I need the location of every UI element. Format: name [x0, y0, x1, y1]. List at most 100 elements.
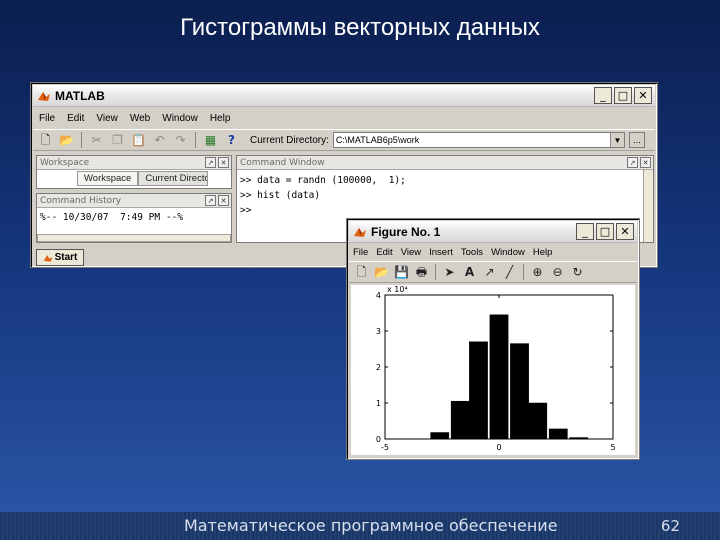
menu-insert[interactable]: Insert — [425, 247, 457, 258]
toolbar-separator — [195, 132, 196, 148]
menu-window[interactable]: Window — [156, 113, 204, 124]
matlab-toolbar: 🗋 📂 ✂ ❐ 📋 ↶ ↷ ▦ ? Current Directory: C:\… — [33, 129, 655, 151]
current-directory-label: Current Directory: — [250, 134, 329, 146]
histogram-bar — [569, 437, 589, 440]
y-tick-label: 3 — [376, 327, 381, 336]
rotate-icon[interactable]: ↻ — [569, 264, 586, 281]
browse-button[interactable]: ... — [628, 132, 645, 148]
menu-view[interactable]: View — [397, 247, 425, 258]
command-prompt[interactable]: >> — [240, 205, 251, 216]
figure-toolbar: 🗋 📂 💾 🖶 ➤ A ↗ ╱ ⊕ ⊖ ↻ — [349, 261, 637, 283]
menu-edit[interactable]: Edit — [372, 247, 396, 258]
matlab-logo-icon — [43, 254, 52, 262]
insert-line-icon[interactable]: ╱ — [501, 264, 518, 281]
matlab-logo-icon — [354, 227, 366, 237]
print-icon[interactable]: 🖶 — [413, 264, 430, 281]
undock-icon[interactable]: ↗ — [627, 157, 638, 168]
histogram-bar — [528, 402, 548, 440]
y-tick-label: 2 — [376, 363, 381, 372]
copy-icon[interactable]: ❐ — [109, 132, 126, 149]
zoom-out-icon[interactable]: ⊖ — [549, 264, 566, 281]
histogram-bar — [548, 428, 568, 440]
start-button[interactable]: Start — [36, 249, 84, 266]
menu-web[interactable]: Web — [124, 113, 156, 124]
current-directory-field[interactable]: C:\MATLAB6p5\work ▼ — [332, 132, 625, 148]
minimize-button[interactable]: _ — [594, 87, 612, 104]
horizontal-scrollbar[interactable] — [37, 234, 231, 242]
figure-window: Figure No. 1 _ □ ✕ File Edit View Insert… — [346, 218, 640, 460]
undock-icon[interactable]: ↗ — [205, 195, 216, 206]
figure-window-title: Figure No. 1 — [371, 224, 441, 239]
insert-text-icon[interactable]: A — [461, 264, 478, 281]
matlab-logo-icon — [38, 91, 50, 101]
close-button[interactable]: ✕ — [634, 87, 652, 104]
start-label: Start — [54, 252, 78, 263]
exponent-label: x 10⁴ — [387, 285, 408, 294]
maximize-button[interactable]: □ — [596, 223, 614, 240]
command-line[interactable]: >> data = randn (100000, 1); — [240, 175, 406, 186]
help-icon[interactable]: ? — [223, 132, 240, 149]
menu-help[interactable]: Help — [204, 113, 237, 124]
histogram-bar — [469, 341, 488, 440]
close-icon[interactable]: ✕ — [218, 195, 229, 206]
cut-icon[interactable]: ✂ — [88, 132, 105, 149]
command-line[interactable]: >> hist (data) — [240, 190, 320, 201]
menu-file[interactable]: File — [33, 113, 61, 124]
workspace-panel: Workspace ↗ ✕ Workspace Current Director… — [36, 155, 232, 189]
tab-current-directory[interactable]: Current Directory — [138, 171, 209, 186]
undock-icon[interactable]: ↗ — [205, 157, 216, 168]
save-icon[interactable]: 💾 — [393, 264, 410, 281]
histogram-bar — [489, 314, 509, 440]
close-icon[interactable]: ✕ — [640, 157, 651, 168]
new-file-icon[interactable]: 🗋 — [37, 132, 54, 149]
menu-window[interactable]: Window — [487, 247, 529, 258]
slide-footer: Математическое программное обеспечение 6… — [0, 512, 720, 540]
open-folder-icon[interactable]: 📂 — [58, 132, 75, 149]
matlab-titlebar[interactable]: MATLAB _ □ ✕ — [33, 85, 655, 107]
minimize-button[interactable]: _ — [576, 223, 594, 240]
close-button[interactable]: ✕ — [616, 223, 634, 240]
command-history-header: Command History ↗ ✕ — [37, 194, 231, 208]
chevron-down-icon[interactable]: ▼ — [609, 133, 624, 147]
matlab-window-title: MATLAB — [55, 88, 105, 103]
simulink-icon[interactable]: ▦ — [202, 132, 219, 149]
command-window-header: Command Window ↗ ✕ — [237, 156, 653, 170]
matlab-menubar: File Edit View Web Window Help — [33, 110, 655, 127]
figure-titlebar[interactable]: Figure No. 1 _ □ ✕ — [349, 221, 637, 243]
open-icon[interactable]: 📂 — [373, 264, 390, 281]
insert-arrow-icon[interactable]: ↗ — [481, 264, 498, 281]
command-window-title: Command Window — [240, 157, 325, 168]
y-tick-label: 4 — [376, 291, 381, 300]
redo-icon[interactable]: ↷ — [172, 132, 189, 149]
histogram-bar — [450, 400, 470, 440]
pointer-arrow-icon[interactable]: ➤ — [441, 264, 458, 281]
tab-workspace[interactable]: Workspace — [77, 171, 139, 186]
new-figure-icon[interactable]: 🗋 — [353, 264, 370, 281]
x-tick-label: -5 — [381, 443, 389, 452]
toolbar-separator — [81, 132, 82, 148]
workspace-panel-header: Workspace ↗ ✕ — [37, 156, 231, 170]
maximize-button[interactable]: □ — [614, 87, 632, 104]
footer-text: Математическое программное обеспечение — [184, 516, 558, 535]
page-number: 62 — [660, 517, 680, 535]
menu-edit[interactable]: Edit — [61, 113, 90, 124]
y-tick-label: 1 — [376, 399, 381, 408]
command-history-entry[interactable]: %-- 10/30/07 7:49 PM --% — [40, 212, 220, 223]
undo-icon[interactable]: ↶ — [151, 132, 168, 149]
histogram-chart: x 10⁴ 01234 -5 0 5 — [376, 285, 616, 452]
histogram-bar — [430, 432, 450, 440]
vertical-scrollbar[interactable] — [643, 170, 653, 242]
slide-title: Гистограммы векторных данных — [180, 14, 540, 41]
x-tick-label: 0 — [496, 443, 501, 452]
paste-icon[interactable]: 📋 — [130, 132, 147, 149]
zoom-in-icon[interactable]: ⊕ — [529, 264, 546, 281]
menu-view[interactable]: View — [90, 113, 124, 124]
histogram-bar — [510, 343, 529, 440]
figure-menubar: File Edit View Insert Tools Window Help — [349, 244, 637, 261]
workspace-panel-title: Workspace — [40, 157, 90, 168]
close-icon[interactable]: ✕ — [218, 157, 229, 168]
menu-file[interactable]: File — [349, 247, 372, 258]
menu-tools[interactable]: Tools — [457, 247, 487, 258]
command-history-panel: Command History ↗ ✕ %-- 10/30/07 7:49 PM… — [36, 193, 232, 243]
menu-help[interactable]: Help — [529, 247, 557, 258]
